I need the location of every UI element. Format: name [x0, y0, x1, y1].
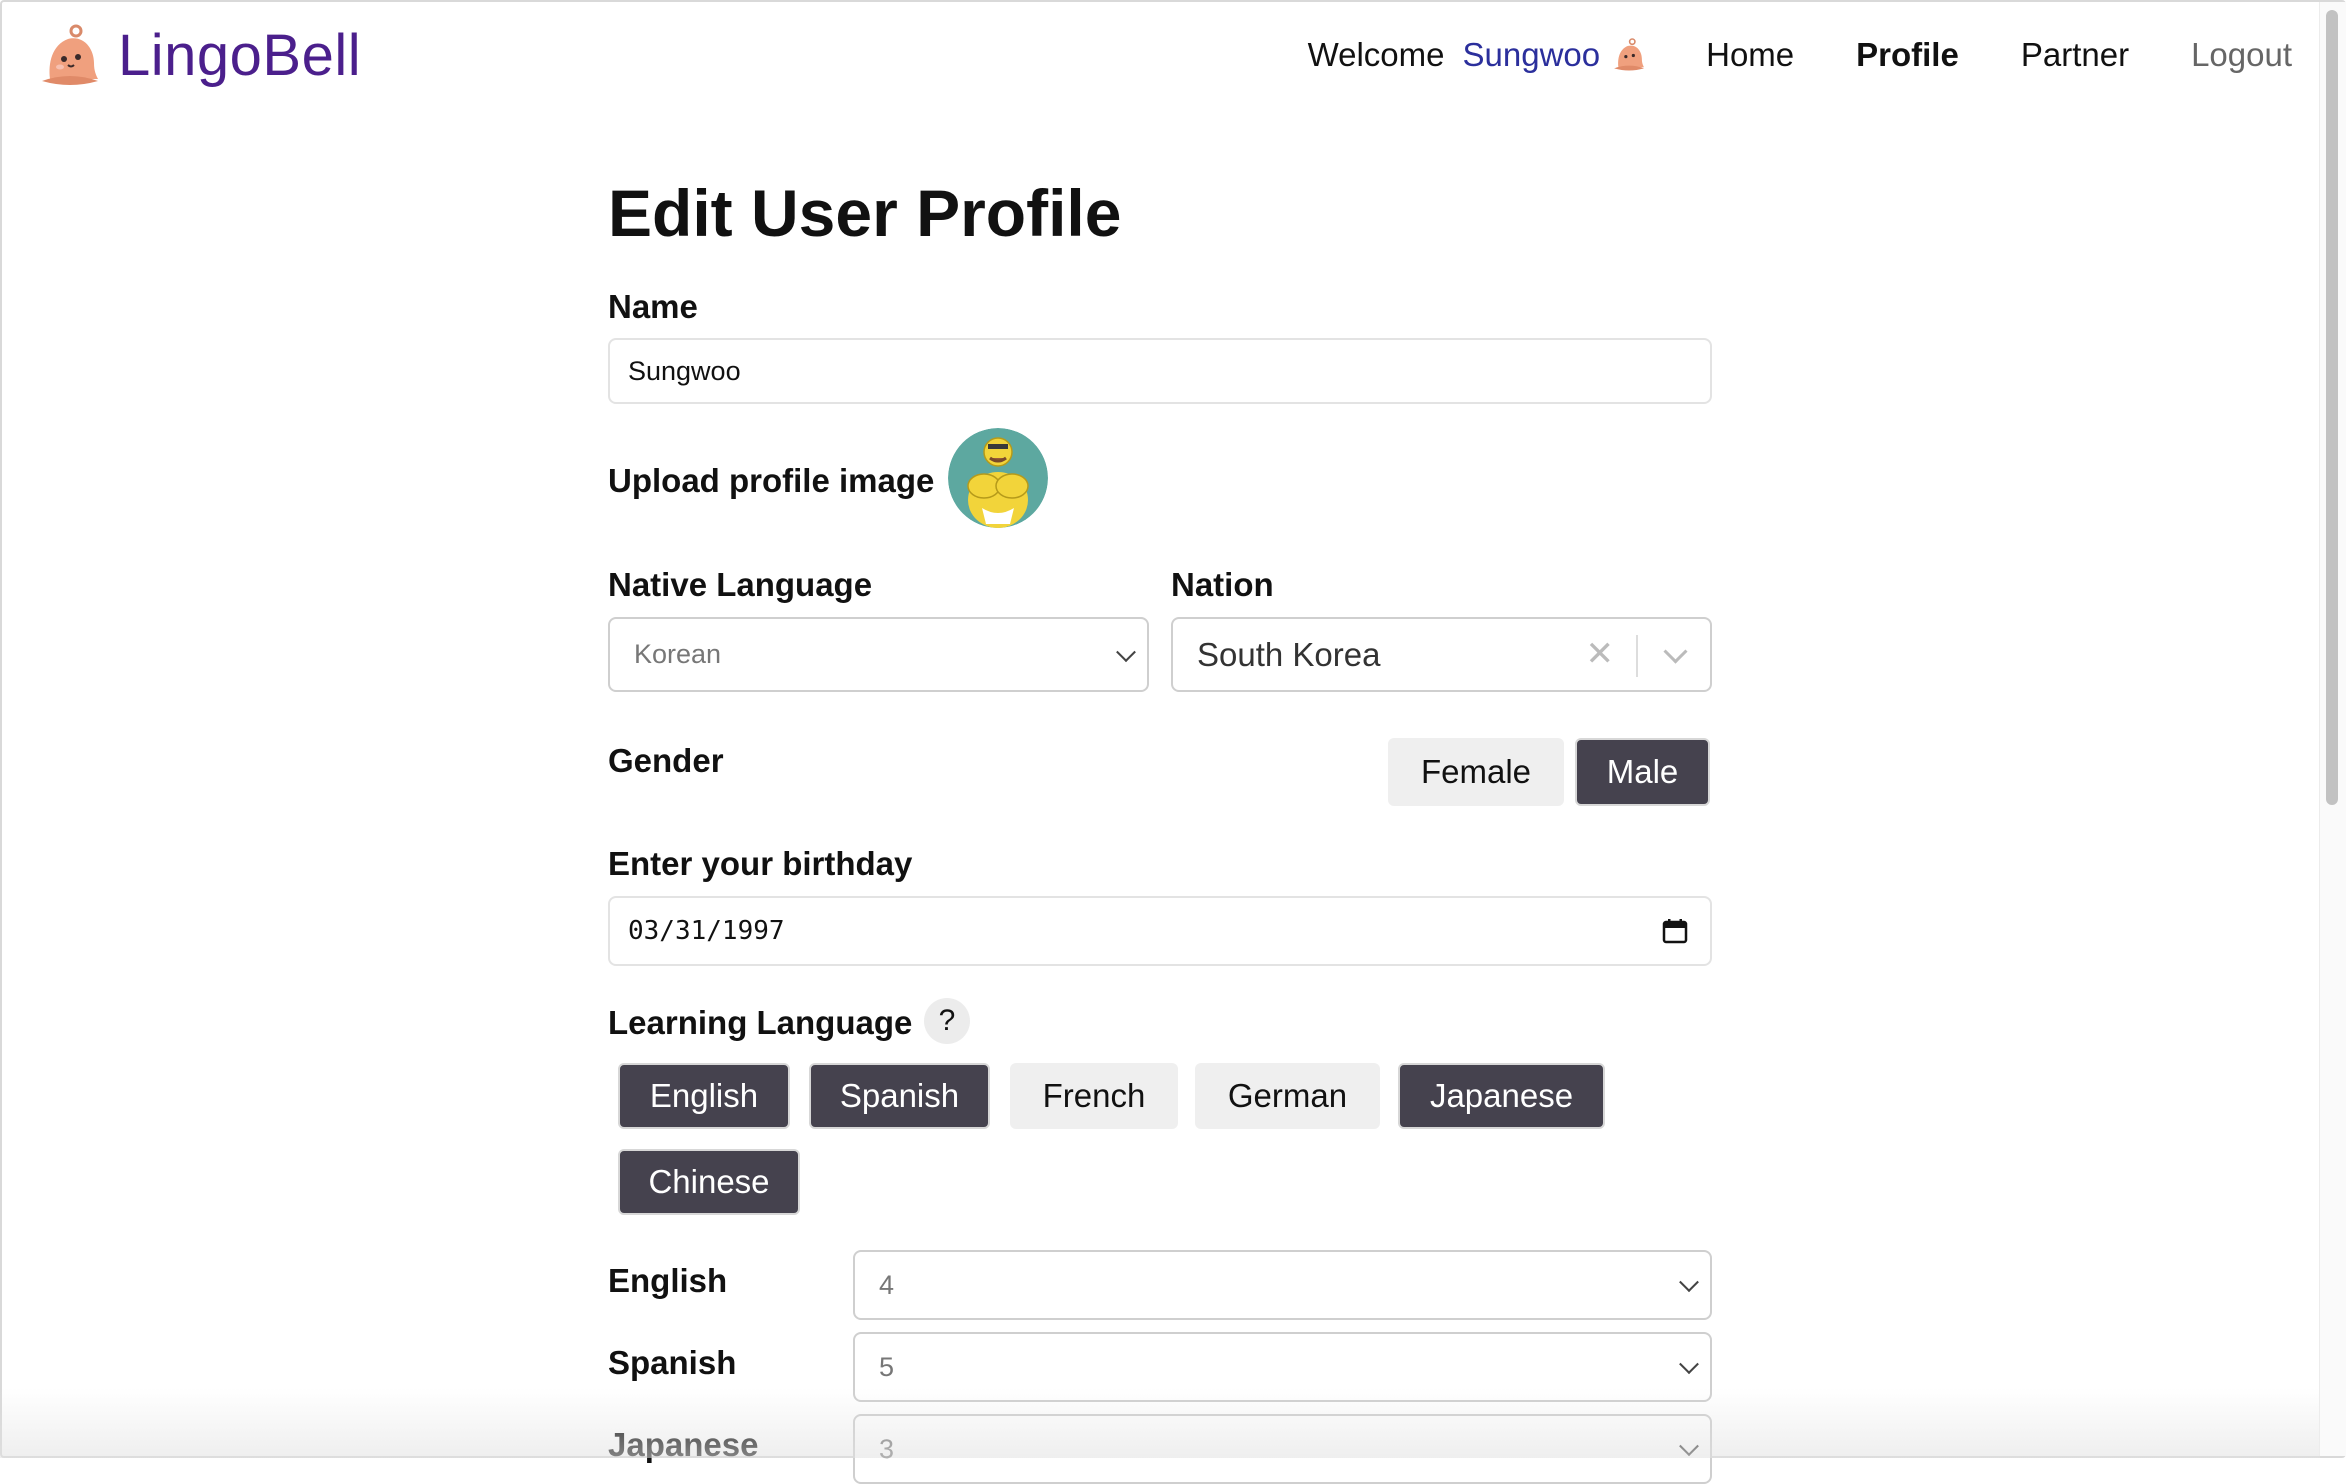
level-label-japanese: Japanese — [608, 1426, 759, 1463]
top-nav: Welcome Sungwoo Home Profile Partner Log… — [1308, 36, 2292, 74]
brand-name: LingoBell — [118, 23, 362, 88]
chevron-down-icon — [1679, 1272, 1699, 1293]
learning-language-english-button[interactable]: English — [618, 1063, 790, 1129]
level-select-japanese[interactable]: 3 — [853, 1414, 1712, 1484]
chevron-down-icon — [1679, 1436, 1699, 1457]
avatar-illustration — [948, 428, 1048, 528]
gender-male-button[interactable]: Male — [1575, 738, 1710, 806]
gender-label: Gender — [608, 742, 724, 779]
profile-avatar-image[interactable] — [948, 428, 1048, 528]
nav-profile[interactable]: Profile — [1856, 36, 1959, 74]
bell-mascot-icon — [42, 24, 98, 85]
learning-language-german-button[interactable]: German — [1195, 1063, 1380, 1129]
learning-language-chinese-button[interactable]: Chinese — [618, 1149, 800, 1215]
vertical-scrollbar[interactable] — [2319, 2, 2346, 1456]
native-language-select[interactable]: Korean — [608, 617, 1149, 692]
birthday-value: 03/31/1997 — [628, 916, 785, 946]
welcome-username: Sungwoo — [1462, 36, 1601, 73]
welcome-label: Welcome — [1307, 36, 1445, 73]
learning-language-spanish-button[interactable]: Spanish — [809, 1063, 990, 1129]
learning-language-japanese-button[interactable]: Japanese — [1398, 1063, 1605, 1129]
birthday-label: Enter your birthday — [608, 845, 913, 882]
level-value-english: 4 — [879, 1269, 895, 1300]
level-label-spanish: Spanish — [608, 1344, 737, 1381]
clear-icon[interactable]: ✕ — [1586, 634, 1615, 674]
level-value-spanish: 5 — [879, 1351, 895, 1382]
nation-select[interactable]: South Korea ✕ — [1171, 617, 1712, 692]
name-input[interactable]: Sungwoo — [608, 338, 1712, 404]
level-select-spanish[interactable]: 5 — [853, 1332, 1712, 1402]
nav-partner[interactable]: Partner — [2021, 36, 2129, 74]
scrollbar-thumb[interactable] — [2326, 10, 2338, 805]
chevron-down-icon — [1116, 641, 1136, 662]
level-select-english[interactable]: 4 — [853, 1250, 1712, 1320]
learning-language-label: Learning Language — [608, 1004, 913, 1041]
bell-mascot-icon — [1614, 38, 1645, 71]
brand[interactable]: LingoBell — [38, 22, 361, 89]
birthday-input[interactable]: 03/31/1997 — [608, 896, 1712, 966]
native-language-value: Korean — [634, 639, 722, 669]
nav-logout[interactable]: Logout — [2191, 36, 2292, 74]
help-icon[interactable]: ? — [924, 998, 970, 1044]
name-value: Sungwoo — [628, 355, 741, 386]
level-value-japanese: 3 — [879, 1433, 895, 1464]
upload-profile-image-label: Upload profile image — [608, 462, 935, 499]
chevron-down-icon[interactable] — [1663, 639, 1688, 664]
gender-female-button[interactable]: Female — [1388, 738, 1564, 806]
learning-language-french-button[interactable]: French — [1010, 1063, 1178, 1129]
native-language-label: Native Language — [608, 566, 873, 603]
level-label-english: English — [608, 1262, 728, 1299]
chevron-down-icon — [1679, 1354, 1699, 1375]
nav-home[interactable]: Home — [1706, 36, 1794, 74]
page-title: Edit User Profile — [608, 176, 1122, 250]
calendar-icon[interactable] — [1662, 918, 1688, 944]
nation-value: South Korea — [1197, 635, 1381, 673]
name-label: Name — [608, 288, 698, 325]
nation-label: Nation — [1171, 566, 1274, 603]
window-frame — [0, 0, 2346, 1458]
nation-separator — [1636, 635, 1638, 677]
